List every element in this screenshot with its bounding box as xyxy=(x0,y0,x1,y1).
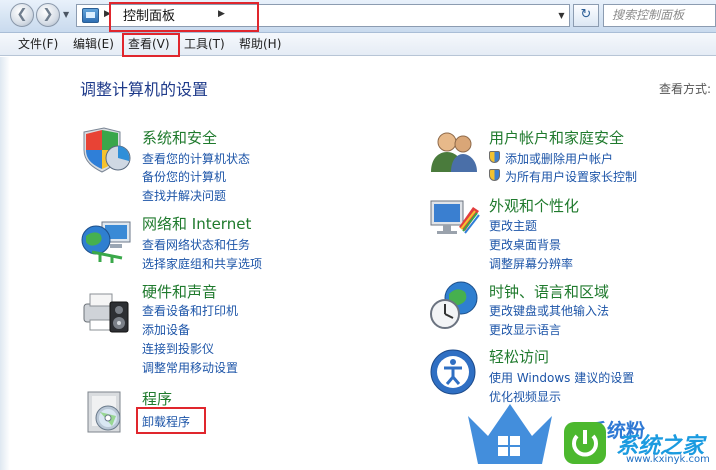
link-desktop-background[interactable]: 更改桌面背景 xyxy=(489,236,561,253)
category-ease-of-access[interactable]: 轻松访问 xyxy=(489,346,549,367)
watermark-crown-logo xyxy=(468,404,552,464)
link-connect-projector[interactable]: 连接到投影仪 xyxy=(142,340,214,357)
link-view-network-status[interactable]: 查看网络状态和任务 xyxy=(142,236,250,253)
breadcrumb-separator-icon[interactable]: ▶ xyxy=(218,9,225,19)
address-history-dropdown-icon[interactable]: ▼ xyxy=(554,5,569,26)
programs-icon[interactable] xyxy=(84,388,128,436)
control-panel-icon xyxy=(82,8,99,23)
link-display-language[interactable]: 更改显示语言 xyxy=(489,321,561,338)
menu-edit[interactable]: 编辑(E) xyxy=(73,33,114,56)
refresh-button[interactable]: ↻ xyxy=(573,4,599,27)
link-devices-printers[interactable]: 查看设备和打印机 xyxy=(142,302,238,319)
uac-shield-icon xyxy=(489,169,500,181)
watermark-url: www.kxinyk.com xyxy=(626,454,710,465)
user-accounts-icon[interactable] xyxy=(429,128,481,174)
view-by-label[interactable]: 查看方式: xyxy=(659,80,711,97)
highlight-box xyxy=(136,407,206,434)
link-add-remove-accounts[interactable]: 添加或删除用户帐户 xyxy=(505,150,613,167)
menu-file[interactable]: 文件(F) xyxy=(18,33,58,56)
uac-shield-icon xyxy=(489,151,500,163)
category-programs[interactable]: 程序 xyxy=(142,388,172,409)
link-add-device[interactable]: 添加设备 xyxy=(142,321,190,338)
refresh-icon: ↻ xyxy=(580,7,592,22)
link-screen-resolution[interactable]: 调整屏幕分辨率 xyxy=(489,255,573,272)
category-appearance[interactable]: 外观和个性化 xyxy=(489,195,579,216)
menu-help[interactable]: 帮助(H) xyxy=(239,33,281,56)
link-mobility-settings[interactable]: 调整常用移动设置 xyxy=(142,359,238,376)
link-view-computer-status[interactable]: 查看您的计算机状态 xyxy=(142,150,250,167)
back-button[interactable]: ❮ xyxy=(10,3,34,27)
left-edge-strip xyxy=(0,57,10,470)
network-icon[interactable] xyxy=(80,218,132,264)
link-change-theme[interactable]: 更改主题 xyxy=(489,217,537,234)
link-keyboard-input[interactable]: 更改键盘或其他输入法 xyxy=(489,302,609,319)
hardware-sound-icon[interactable] xyxy=(80,286,132,336)
address-bar[interactable]: ▶ 控制面板 ▶ ▼ xyxy=(76,2,570,32)
search-input[interactable]: 搜索控制面板 xyxy=(603,4,716,27)
link-windows-suggested-settings[interactable]: 使用 Windows 建议的设置 xyxy=(489,369,634,386)
highlight-box xyxy=(122,33,180,57)
recent-pages-dropdown-icon[interactable]: ▼ xyxy=(63,10,69,19)
forward-arrow-icon: ❯ xyxy=(42,7,54,22)
clock-language-icon[interactable] xyxy=(429,280,481,332)
system-security-icon[interactable] xyxy=(80,126,132,174)
link-backup-computer[interactable]: 备份您的计算机 xyxy=(142,168,226,185)
category-clock-language[interactable]: 时钟、语言和区域 xyxy=(489,281,609,302)
navigation-bar: ❮ ❯ ▼ ▶ 控制面板 ▶ ▼ ↻ 搜索控制面板 xyxy=(0,0,716,33)
category-hardware-sound[interactable]: 硬件和声音 xyxy=(142,281,217,302)
watermark-power-logo xyxy=(564,422,606,464)
forward-button[interactable]: ❯ xyxy=(36,3,60,27)
back-arrow-icon: ❮ xyxy=(16,7,28,22)
ease-of-access-icon[interactable] xyxy=(429,348,479,396)
link-parental-controls[interactable]: 为所有用户设置家长控制 xyxy=(505,168,637,185)
breadcrumb-control-panel[interactable]: 控制面板 xyxy=(109,2,259,32)
link-homegroup-sharing[interactable]: 选择家庭组和共享选项 xyxy=(142,255,262,272)
menu-tools[interactable]: 工具(T) xyxy=(184,33,225,56)
category-system-security[interactable]: 系统和安全 xyxy=(142,127,217,148)
appearance-icon[interactable] xyxy=(429,197,483,245)
page-title: 调整计算机的设置 xyxy=(80,80,209,99)
category-user-accounts[interactable]: 用户帐户和家庭安全 xyxy=(489,127,624,148)
category-network[interactable]: 网络和 Internet xyxy=(142,213,251,234)
menu-bar: 文件(F) 编辑(E) 查看(V) 工具(T) 帮助(H) xyxy=(0,33,716,56)
link-find-fix-problems[interactable]: 查找并解决问题 xyxy=(142,187,226,204)
